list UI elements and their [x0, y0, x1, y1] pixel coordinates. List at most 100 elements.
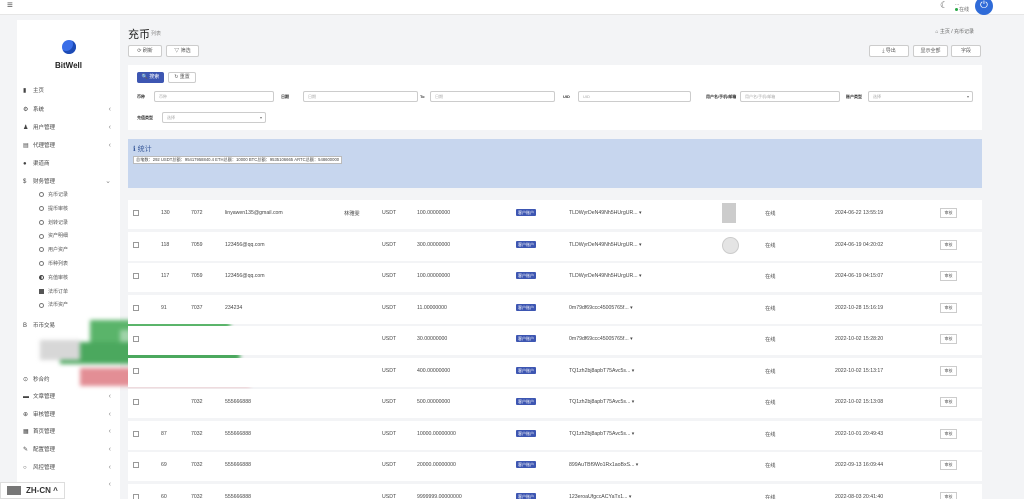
cell-address[interactable]: TLDWyrDeN49Nh5HUrgUR... ▾	[569, 242, 642, 248]
breadcrumb[interactable]: ⌂ 主页 / 充币记录	[935, 28, 974, 35]
row-checkbox[interactable]	[133, 430, 139, 437]
cell-address[interactable]: TQ1zh2bj8apbT75Avc5s... ▾	[569, 431, 634, 437]
page-title: 充币	[128, 29, 150, 41]
account-type-badge: 客户账户	[516, 209, 536, 216]
cell-user: 555666888	[225, 430, 251, 437]
filter-button[interactable]: ▽ 筛选	[166, 45, 199, 57]
cell-address[interactable]: TLDWyrDeN49Nh5HUrgUR... ▾	[569, 210, 642, 216]
cell-id: 91	[161, 304, 167, 311]
table-row[interactable]: 130 7072 linyawen135@gmail.com 林雅雯 USDT 100.0…	[128, 200, 982, 229]
cell-amount: 300.00000000	[417, 241, 451, 248]
finance-sub-item[interactable]: 充币记录	[39, 190, 115, 201]
sidebar-item-2[interactable]: ♟ 用户管理 ‹	[23, 122, 115, 134]
filter-label: UID	[563, 94, 570, 99]
finance-sub-item[interactable]: 资产明细	[39, 231, 115, 242]
cell-id: 87	[161, 430, 167, 437]
row-checkbox[interactable]	[133, 210, 139, 216]
filter-input[interactable]: 日期	[430, 91, 555, 102]
refresh-button[interactable]: ⟳ 刷新	[128, 45, 162, 57]
filter-placeholder: 选择	[873, 94, 881, 99]
table-row[interactable]: 117 7059 123456@qq.com USDT 100.00000000 客户账户…	[128, 263, 982, 292]
finance-sub-item[interactable]: 充值审核	[39, 273, 115, 284]
moon-icon[interactable]: ☾	[940, 0, 948, 11]
review-button[interactable]: 审核	[940, 271, 957, 281]
filter-label: 日期	[281, 94, 289, 99]
search-button[interactable]: 🔍 搜索	[137, 72, 164, 83]
avatar-thumbnail[interactable]	[722, 236, 739, 254]
cell-type: 在线	[765, 431, 776, 438]
review-button[interactable]: 审核	[940, 491, 957, 499]
power-icon[interactable]: ⏻	[975, 0, 993, 15]
cell-address[interactable]: TQ1zh2bj8apbT75Avc5s... ▾	[569, 399, 634, 405]
dollar-icon: $	[23, 179, 27, 185]
filter-input[interactable]: UID	[578, 91, 691, 102]
cell-type: 在线	[765, 494, 776, 499]
table-row[interactable]: USDT 30.00000000 客户账户 0m79df69ccc45005765f.…	[128, 326, 982, 355]
bullet-icon	[39, 274, 44, 280]
review-button[interactable]: 审核	[940, 208, 957, 218]
export-button[interactable]: ⤓ 导出	[869, 45, 909, 57]
sidebar-lower-item[interactable]: ✎ 配置管理 ‹	[23, 444, 115, 456]
finance-sub-item[interactable]: 提币审核	[39, 204, 115, 215]
language-selector[interactable]: ZH-CN ^	[0, 482, 65, 499]
review-button[interactable]: 审核	[940, 334, 957, 344]
filter-input[interactable]: 选择 ▾	[868, 91, 973, 102]
row-checkbox[interactable]	[133, 493, 139, 499]
finance-sub-item[interactable]: 法币资产	[39, 300, 115, 311]
finance-sub-item[interactable]: 币种列表	[39, 259, 115, 270]
filter-input[interactable]: 日期	[303, 91, 418, 102]
table-row[interactable]: USDT 400.00000000 客户账户 TQ1zh2bj8apbT75Avc5s…	[128, 357, 982, 387]
table-row[interactable]: 7032 555666888 USDT 500.00000000 客户账户 TQ1zh2b…	[128, 389, 982, 418]
review-button[interactable]: 审核	[940, 460, 957, 470]
stats-panel: ℹ 统计 总笔数：292 USDT总额：95417958840.4 ETH总额：…	[128, 139, 982, 188]
table-row[interactable]: 60 7032 555666888 USDT 9999999.00000000 客户账户 1…	[128, 483, 982, 499]
sidebar-item-4[interactable]: ● 渠道商	[23, 158, 115, 170]
row-checkbox[interactable]	[133, 367, 139, 374]
columns-button[interactable]: 字段	[951, 45, 981, 57]
row-checkbox[interactable]	[133, 241, 139, 248]
row-checkbox[interactable]	[133, 462, 139, 468]
review-button[interactable]: 审核	[940, 397, 957, 407]
main-content: 充币 列表 ⌂ 主页 / 充币记录 ⟳ 刷新 ▽ 筛选 ⤓ 导出 显示全部 字段…	[128, 20, 982, 499]
reset-button[interactable]: ↻ 重置	[168, 72, 196, 83]
cell-coin: USDT	[382, 273, 397, 279]
review-button[interactable]: 审核	[940, 428, 957, 439]
row-checkbox[interactable]	[133, 273, 139, 279]
filter-input[interactable]: 选择 ▾	[162, 112, 266, 123]
sidebar-lower-item[interactable]: ▦ 首页管理 ‹	[23, 426, 115, 438]
sidebar-lower-item[interactable]: ○ 风控管理 ‹	[23, 462, 115, 474]
chevron-icon: ‹	[108, 428, 111, 435]
cell-amount: 20000.00000000	[417, 462, 456, 468]
filter-input[interactable]: 币种	[154, 91, 274, 102]
table-row[interactable]: 69 7032 555666888 USDT 20000.00000000 客户账户 899…	[128, 452, 982, 481]
table-row[interactable]: 91 7037 234234 USDT 11.00000000 客户账户 0m79df69c…	[128, 294, 982, 324]
receipt-thumbnail[interactable]	[722, 203, 736, 223]
finance-sub-item[interactable]: 用户资产	[39, 245, 115, 256]
cell-address[interactable]: TQ1zh2bj8apbT75Avc5s... ▾	[569, 368, 634, 374]
cell-address[interactable]: 899AuTBf9Wo1Rx1aoBxS... ▾	[569, 462, 638, 468]
table-row[interactable]: 118 7059 123456@qq.com USDT 300.00000000 客户账户…	[128, 231, 982, 261]
review-button[interactable]: 审核	[940, 365, 957, 376]
show-all-button[interactable]: 显示全部	[913, 45, 948, 57]
sidebar-item-1[interactable]: ⚙ 系统 ‹	[23, 104, 115, 116]
menu-toggle-icon[interactable]: ≡	[7, 0, 13, 11]
review-button[interactable]: 审核	[940, 239, 957, 250]
filter-input[interactable]: 用户名/手机/邮箱	[740, 91, 840, 102]
row-checkbox[interactable]	[133, 399, 139, 405]
cell-address[interactable]: 123eroaUfgccACYaTx1... ▾	[569, 494, 631, 499]
cell-address[interactable]: TLDWyrDeN49Nh5HUrgUR... ▾	[569, 273, 642, 279]
finance-sub-item[interactable]: 划转记录	[39, 218, 115, 229]
sidebar-item-5[interactable]: $ 财务管理 ⌄	[23, 176, 115, 188]
account-type-badge: 客户账户	[516, 335, 536, 342]
cell-type: 在线	[765, 337, 776, 343]
review-button[interactable]: 审核	[940, 302, 957, 313]
row-checkbox[interactable]	[133, 336, 139, 342]
finance-sub-item[interactable]: 法币订单	[39, 287, 115, 298]
table-row[interactable]: 87 7032 555666888 USDT 10000.00000000 客户账户 TQ1…	[128, 420, 982, 450]
sidebar-lower-item[interactable]: ⊕ 审核管理 ‹	[23, 409, 115, 421]
sidebar-item-3[interactable]: ▤ 代理管理 ‹	[23, 140, 115, 152]
sidebar-item-0[interactable]: ▮ 主页	[23, 85, 115, 97]
cell-address[interactable]: 0m79df69ccc45005765f... ▾	[569, 305, 633, 311]
row-checkbox[interactable]	[133, 304, 139, 311]
cell-address[interactable]: 0m79df69ccc45005765f... ▾	[569, 336, 633, 342]
